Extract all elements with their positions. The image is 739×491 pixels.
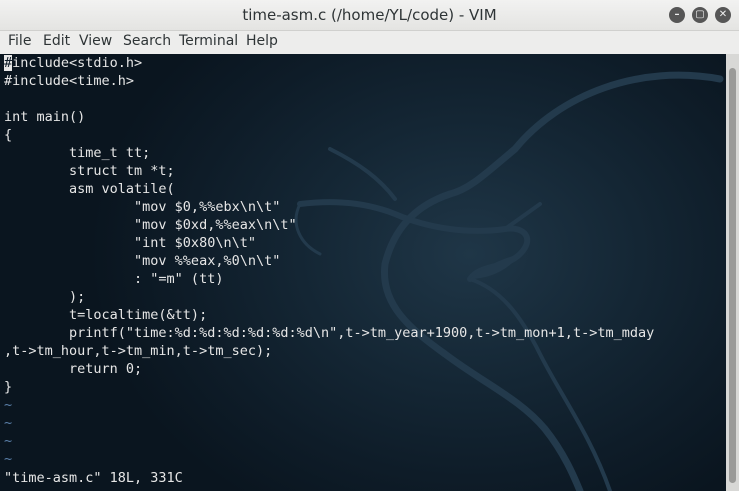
menu-edit[interactable]: Edit xyxy=(43,33,70,49)
code-line-16: printf("time:%d:%d:%d:%d:%d:%d\n",t->tm_… xyxy=(4,325,655,341)
empty-line-marker: ~ xyxy=(4,451,13,467)
code-line-9: "mov $0,%%ebx\n\t" xyxy=(4,199,281,215)
vim-window: time-asm.c (/home/YL/code) - VIM – ▢ ✕ F… xyxy=(0,0,739,491)
empty-line-marker: ~ xyxy=(4,397,13,413)
code-line-5: { xyxy=(4,127,13,143)
code-line-18: return 0; xyxy=(4,361,143,377)
title-bar[interactable]: time-asm.c (/home/YL/code) - VIM – ▢ ✕ xyxy=(0,0,739,31)
terminal-area[interactable]: #include<stdio.h> #include<time.h> int mai… xyxy=(0,54,726,491)
scrollbar-thumb[interactable] xyxy=(729,68,736,483)
code-line-12: "mov %%eax,%0\n\t" xyxy=(4,253,281,269)
menu-view[interactable]: View xyxy=(79,33,112,49)
window-title: time-asm.c (/home/YL/code) - VIM xyxy=(242,6,497,24)
code-line-10: "mov $0xd,%%eax\n\t" xyxy=(4,217,297,233)
code-editor[interactable]: #include<stdio.h> #include<time.h> int mai… xyxy=(4,54,654,468)
maximize-button[interactable]: ▢ xyxy=(692,7,708,23)
vertical-scrollbar[interactable] xyxy=(726,54,739,491)
menu-help[interactable]: Help xyxy=(246,33,278,49)
code-line-17: ,t->tm_hour,t->tm_min,t->tm_sec); xyxy=(4,343,273,359)
menu-file[interactable]: File xyxy=(8,33,31,49)
status-line: "time-asm.c" 18L, 331C xyxy=(4,470,183,486)
code-line-8: asm volatile( xyxy=(4,181,175,197)
empty-line-marker: ~ xyxy=(4,415,13,431)
code-line-11: "int $0x80\n\t" xyxy=(4,235,256,251)
code-line-4: int main() xyxy=(4,109,86,125)
code-line-7: struct tm *t; xyxy=(4,163,175,179)
code-line-1: #include<stdio.h> xyxy=(4,55,143,71)
menu-bar: File Edit View Search Terminal Help xyxy=(0,31,739,54)
text-cursor: # xyxy=(4,55,13,71)
code-line-19: } xyxy=(4,379,13,395)
code-line-6: time_t tt; xyxy=(4,145,151,161)
code-line-14: ); xyxy=(4,289,86,305)
code-line-15: t=localtime(&tt); xyxy=(4,307,208,323)
minimize-button[interactable]: – xyxy=(669,7,685,23)
menu-search[interactable]: Search xyxy=(123,33,171,49)
code-line-13: : "=m" (tt) xyxy=(4,271,224,287)
close-button[interactable]: ✕ xyxy=(715,7,731,23)
code-line-2: #include<time.h> xyxy=(4,73,135,89)
empty-line-marker: ~ xyxy=(4,433,13,449)
menu-terminal[interactable]: Terminal xyxy=(179,33,238,49)
